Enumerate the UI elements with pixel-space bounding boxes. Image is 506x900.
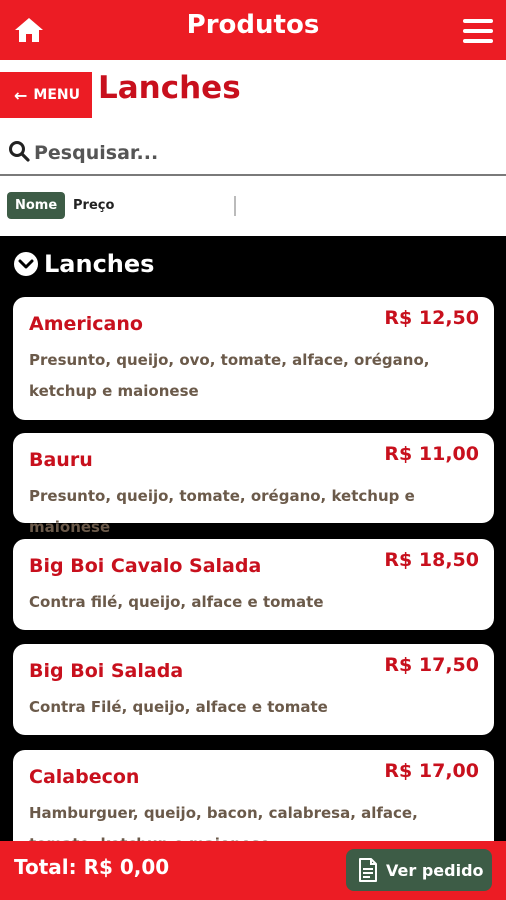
arrow-left-icon: ← <box>14 85 28 105</box>
product-name: Big Boi Cavalo Salada <box>29 555 262 577</box>
sort-divider <box>234 196 236 216</box>
hamburger-menu-icon[interactable] <box>463 19 493 43</box>
product-price: R$ 18,50 <box>384 549 479 571</box>
view-order-label: Ver pedido <box>386 860 484 880</box>
page-title: Produtos <box>186 10 320 40</box>
product-list[interactable]: Lanches Americano R$ 12,50 Presunto, que… <box>0 236 506 841</box>
product-card[interactable]: Americano R$ 12,50 Presunto, queijo, ovo… <box>13 297 494 420</box>
category-header[interactable]: Lanches <box>14 250 154 278</box>
sort-by-name-button[interactable]: Nome <box>7 192 66 219</box>
product-price: R$ 12,50 <box>384 307 479 329</box>
bottom-bar: Total: R$ 0,00 Ver pedido <box>0 841 506 900</box>
order-total: Total: R$ 0,00 <box>14 855 170 879</box>
category-title: Lanches <box>44 250 155 278</box>
product-card[interactable]: Big Boi Cavalo Salada R$ 18,50 Contra fi… <box>13 539 494 630</box>
product-card[interactable]: Bauru R$ 11,00 Presunto, queijo, tomate,… <box>13 433 494 536</box>
sort-by-price-button[interactable]: Preço <box>73 192 114 219</box>
view-order-button[interactable]: Ver pedido <box>346 849 492 891</box>
menu-button-label: MENU <box>33 87 80 103</box>
product-price: R$ 11,00 <box>384 443 479 465</box>
search-input[interactable] <box>34 138 494 168</box>
product-description: Contra filé, queijo, alface e tomate <box>29 593 324 611</box>
product-card[interactable]: Big Boi Salada R$ 17,50 Contra Filé, que… <box>13 644 494 735</box>
top-app-bar: Produtos <box>0 0 506 60</box>
back-to-menu-button[interactable]: ← MENU <box>0 72 92 118</box>
product-description: Presunto, queijo, ovo, tomate, alface, o… <box>29 351 430 400</box>
product-name: Calabecon <box>29 766 140 788</box>
document-icon <box>359 858 377 882</box>
product-name: Bauru <box>29 449 93 471</box>
chevron-down-icon <box>14 252 38 276</box>
product-price: R$ 17,00 <box>384 760 479 782</box>
product-description: Contra Filé, queijo, alface e tomate <box>29 698 328 716</box>
sort-options: Nome Preço <box>0 186 506 226</box>
product-card[interactable]: Calabecon R$ 17,00 Hamburguer, queijo, b… <box>13 750 494 841</box>
product-description: Hamburguer, queijo, bacon, calabresa, al… <box>29 804 418 841</box>
product-description: Presunto, queijo, tomate, orégano, ketch… <box>29 487 415 536</box>
product-name: Big Boi Salada <box>29 660 184 682</box>
section-title: Lanches <box>98 70 241 106</box>
search-icon <box>9 141 30 162</box>
product-price: R$ 17,50 <box>384 654 479 676</box>
product-name: Americano <box>29 313 143 335</box>
search-bar <box>0 132 506 176</box>
